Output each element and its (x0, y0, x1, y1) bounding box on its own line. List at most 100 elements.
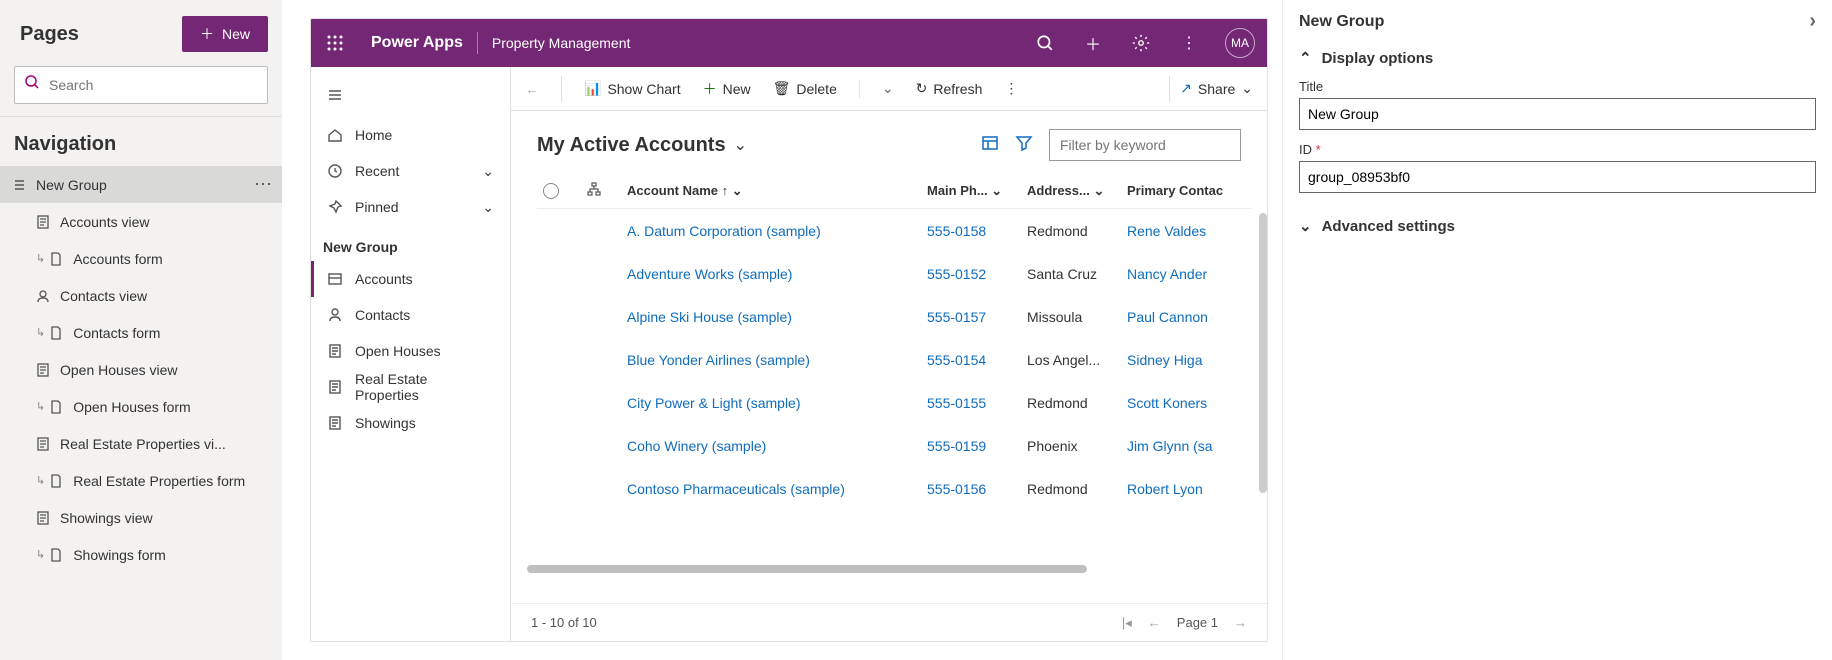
chevron-right-icon[interactable]: › (1809, 10, 1816, 33)
col-address[interactable]: Address... ⌄ (1027, 183, 1127, 199)
sidenav-item[interactable]: Showings (311, 405, 510, 441)
phone-link[interactable]: 555-0152 (927, 266, 1027, 282)
select-all-checkbox[interactable] (543, 183, 559, 199)
nav-group[interactable]: New Group (0, 166, 282, 203)
grid-header: Account Name ↑ ⌄ Main Ph... ⌄ Address...… (537, 173, 1251, 209)
contact-link[interactable]: Scott Koners (1127, 395, 1247, 411)
sidenav-home[interactable]: Home (311, 117, 510, 153)
account-name-link[interactable]: Adventure Works (sample) (627, 266, 927, 282)
user-avatar[interactable]: MA (1225, 28, 1255, 58)
account-name-link[interactable]: A. Datum Corporation (sample) (627, 223, 927, 239)
nav-item[interactable]: Showings view (0, 499, 282, 536)
account-name-link[interactable]: Contoso Pharmaceuticals (sample) (627, 481, 927, 497)
back-icon[interactable]: ← (525, 81, 539, 97)
horizontal-scrollbar[interactable] (527, 565, 1087, 573)
sidenav-item[interactable]: Accounts (311, 261, 510, 297)
navigation-title: Navigation (0, 117, 282, 166)
city-cell: Los Angel... (1027, 352, 1127, 368)
settings-icon[interactable] (1117, 19, 1165, 67)
subform-icon: ↳ (36, 548, 63, 562)
nav-item[interactable]: Real Estate Properties vi... (0, 425, 282, 462)
search-input[interactable] (14, 66, 268, 104)
sidenav-item-label: Real Estate Properties (355, 371, 494, 403)
sidenav-item[interactable]: Open Houses (311, 333, 510, 369)
sidenav-pinned[interactable]: Pinned ⌄ (311, 189, 510, 225)
list-icon (12, 178, 26, 192)
delete-button[interactable]: 🗑Delete (773, 80, 837, 97)
account-name-link[interactable]: City Power & Light (sample) (627, 395, 927, 411)
sidenav-item[interactable]: Real Estate Properties (311, 369, 510, 405)
contact-link[interactable]: Sidney Higa (1127, 352, 1247, 368)
show-chart-button[interactable]: 📊Show Chart (584, 80, 681, 97)
sidenav-recent[interactable]: Recent ⌄ (311, 153, 510, 189)
display-options-section[interactable]: ⌃ Display options (1299, 49, 1816, 67)
app-launcher-icon[interactable] (311, 19, 359, 67)
phone-link[interactable]: 555-0158 (927, 223, 1027, 239)
title-field-input[interactable] (1299, 98, 1816, 130)
toolbar-more-icon[interactable]: ⋮ (1004, 80, 1018, 97)
table-row[interactable]: Blue Yonder Airlines (sample) 555-0154 L… (537, 338, 1251, 381)
nav-item[interactable]: ↳Showings form (0, 536, 282, 573)
nav-item[interactable]: ↳Accounts form (0, 240, 282, 277)
col-contact[interactable]: Primary Contac (1127, 183, 1247, 198)
phone-link[interactable]: 555-0155 (927, 395, 1027, 411)
search-icon (24, 74, 40, 90)
contact-link[interactable]: Robert Lyon (1127, 481, 1247, 497)
id-field-input[interactable] (1299, 161, 1816, 193)
phone-link[interactable]: 555-0157 (927, 309, 1027, 325)
share-button[interactable]: ↗Share⌄ (1180, 80, 1253, 97)
contact-link[interactable]: Jim Glynn (sa (1127, 438, 1247, 454)
table-row[interactable]: Adventure Works (sample) 555-0152 Santa … (537, 252, 1251, 295)
nav-group-label: New Group (36, 177, 107, 193)
phone-link[interactable]: 555-0159 (927, 438, 1027, 454)
more-icon[interactable] (254, 174, 272, 195)
nav-item[interactable]: Contacts view (0, 277, 282, 314)
chevron-down-icon[interactable]: ⌄ (882, 80, 894, 97)
sidenav-item[interactable]: Contacts (311, 297, 510, 333)
nav-item[interactable]: ↳Open Houses form (0, 388, 282, 425)
pager-first-icon[interactable]: |◂ (1122, 615, 1132, 631)
table-row[interactable]: Alpine Ski House (sample) 555-0157 Misso… (537, 295, 1251, 338)
new-page-button[interactable]: ＋ New (182, 16, 268, 52)
contacts-icon (36, 289, 50, 303)
account-name-link[interactable]: Alpine Ski House (sample) (627, 309, 927, 325)
nav-item[interactable]: Open Houses view (0, 351, 282, 388)
nav-item[interactable]: ↳Contacts form (0, 314, 282, 351)
vertical-scrollbar[interactable] (1259, 213, 1267, 493)
advanced-label: Advanced settings (1322, 218, 1455, 235)
hierarchy-icon[interactable] (587, 184, 601, 199)
chart-icon: 📊 (584, 80, 601, 97)
edit-columns-icon[interactable] (981, 134, 999, 157)
contact-link[interactable]: Nancy Ander (1127, 266, 1247, 282)
contact-link[interactable]: Rene Valdes (1127, 223, 1247, 239)
filter-icon[interactable] (1015, 134, 1033, 157)
header-add-icon[interactable]: ＋ (1069, 19, 1117, 67)
filter-input[interactable] (1049, 129, 1241, 161)
chevron-down-icon[interactable]: ⌄ (734, 135, 747, 155)
hamburger-icon[interactable] (311, 77, 359, 113)
account-name-link[interactable]: Blue Yonder Airlines (sample) (627, 352, 927, 368)
table-row[interactable]: A. Datum Corporation (sample) 555-0158 R… (537, 209, 1251, 252)
entity-icon (327, 415, 343, 431)
col-phone[interactable]: Main Ph... ⌄ (927, 183, 1027, 199)
phone-link[interactable]: 555-0154 (927, 352, 1027, 368)
phone-link[interactable]: 555-0156 (927, 481, 1027, 497)
table-row[interactable]: Coho Winery (sample) 555-0159 Phoenix Ji… (537, 424, 1251, 467)
col-account-name[interactable]: Account Name ↑ ⌄ (627, 183, 927, 199)
account-name-link[interactable]: Coho Winery (sample) (627, 438, 927, 454)
table-row[interactable]: City Power & Light (sample) 555-0155 Red… (537, 381, 1251, 424)
new-record-button[interactable]: ＋New (703, 79, 751, 99)
advanced-settings-section[interactable]: ⌄ Advanced settings (1299, 217, 1816, 235)
refresh-button[interactable]: ↻Refresh (916, 80, 983, 97)
pager-next-icon[interactable]: → (1234, 615, 1247, 630)
nav-item[interactable]: ↳Real Estate Properties form (0, 462, 282, 499)
header-more-icon[interactable]: ⋮ (1165, 19, 1213, 67)
table-row[interactable]: Contoso Pharmaceuticals (sample) 555-015… (537, 467, 1251, 510)
contact-link[interactable]: Paul Cannon (1127, 309, 1247, 325)
nav-item[interactable]: Accounts view (0, 203, 282, 240)
view-title[interactable]: My Active Accounts (537, 134, 726, 157)
pager-prev-icon[interactable]: ← (1148, 615, 1161, 630)
new-page-label: New (222, 26, 250, 42)
header-search-icon[interactable] (1021, 19, 1069, 67)
subform-icon: ↳ (36, 474, 63, 488)
